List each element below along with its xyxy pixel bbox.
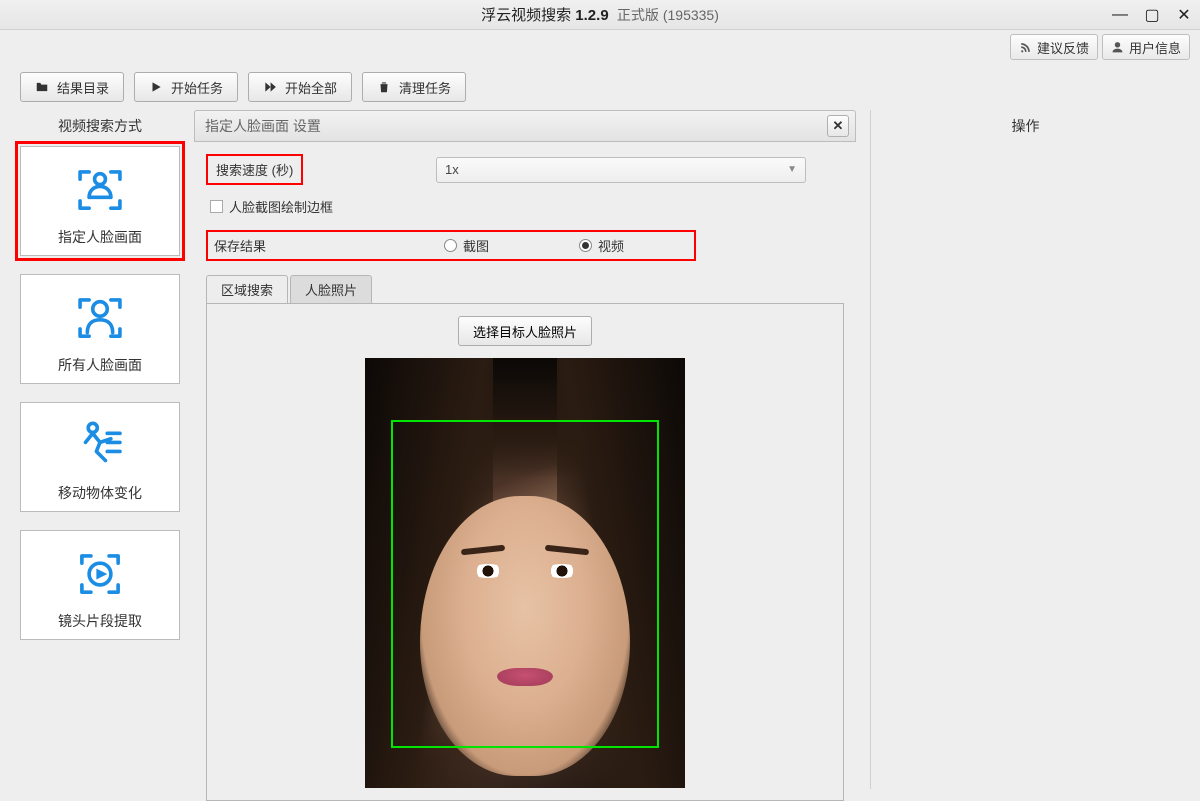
start-task-button[interactable]: 开始任务 [134, 72, 238, 102]
user-info-button[interactable]: 用户信息 [1102, 34, 1190, 60]
user-info-label: 用户信息 [1129, 38, 1181, 57]
app-build: (195335) [663, 7, 719, 23]
running-icon [21, 415, 179, 477]
results-dir-label: 结果目录 [57, 78, 109, 97]
speed-row: 搜索速度 (秒) 1x ▼ [206, 154, 844, 185]
window-controls: — ▢ ✕ [1110, 0, 1194, 29]
sidebar-item-label: 移动物体变化 [21, 483, 179, 503]
fast-forward-icon [263, 80, 277, 94]
start-task-label: 开始任务 [171, 78, 223, 97]
app-version: 1.2.9 [575, 7, 608, 24]
draw-border-label: 人脸截图绘制边框 [229, 197, 333, 216]
face-detection-rect [391, 420, 659, 748]
feedback-button[interactable]: 建议反馈 [1010, 34, 1098, 60]
sidebar-item-clips[interactable]: 镜头片段提取 [20, 530, 180, 640]
face-scan-icon [21, 159, 179, 221]
clear-tasks-button[interactable]: 清理任务 [362, 72, 466, 102]
user-icon [1111, 41, 1124, 54]
sidebar-item-label: 镜头片段提取 [21, 611, 179, 631]
panel-close-button[interactable]: ✕ [827, 115, 849, 137]
panel-body: 搜索速度 (秒) 1x ▼ 人脸截图绘制边框 保存结果 截图 视频 [194, 142, 856, 801]
draw-border-row[interactable]: 人脸截图绘制边框 [210, 197, 844, 216]
sidebar-item-motion[interactable]: 移动物体变化 [20, 402, 180, 512]
sub-tabs: 区域搜索 人脸照片 [206, 275, 844, 303]
speed-select[interactable]: 1x ▼ [436, 157, 806, 183]
sidebar: 视频搜索方式 指定人脸画面 所有人脸画面 移动物体变化 镜头片段提取 [20, 110, 180, 789]
sidebar-item-label: 所有人脸画面 [21, 355, 179, 375]
panel-title: 指定人脸画面 设置 [205, 116, 321, 136]
app-edition: 正式版 [617, 7, 659, 23]
feedback-label: 建议反馈 [1037, 38, 1089, 57]
chevron-down-icon: ▼ [787, 164, 797, 175]
radio-screenshot[interactable] [444, 239, 457, 252]
title-bar: 浮云视频搜索 1.2.9 正式版(195335) — ▢ ✕ [0, 0, 1200, 30]
close-icon: ✕ [833, 118, 844, 134]
panel-header: 指定人脸画面 设置 ✕ [194, 110, 856, 142]
operations-panel: 操作 [870, 110, 1180, 789]
draw-border-checkbox[interactable] [210, 200, 223, 213]
sidebar-item-all-faces[interactable]: 所有人脸画面 [20, 274, 180, 384]
start-all-label: 开始全部 [285, 78, 337, 97]
tab-content: 选择目标人脸照片 [206, 303, 844, 801]
tab-face-photo[interactable]: 人脸照片 [290, 275, 372, 303]
save-video-option[interactable]: 视频 [579, 236, 624, 255]
main-area: 视频搜索方式 指定人脸画面 所有人脸画面 移动物体变化 镜头片段提取 [0, 110, 1200, 799]
app-name: 浮云视频搜索 [481, 7, 571, 24]
start-all-button[interactable]: 开始全部 [248, 72, 352, 102]
folder-icon [35, 80, 49, 94]
operations-title: 操作 [871, 110, 1180, 146]
speed-value: 1x [445, 162, 459, 177]
sidebar-item-specific-face[interactable]: 指定人脸画面 [20, 146, 180, 256]
sidebar-item-label: 指定人脸画面 [21, 227, 179, 247]
header-row: 建议反馈 用户信息 [0, 30, 1200, 64]
minimize-button[interactable]: — [1110, 6, 1130, 24]
trash-icon [377, 80, 391, 94]
sidebar-title: 视频搜索方式 [20, 110, 180, 146]
save-label: 保存结果 [214, 236, 444, 255]
save-screenshot-option[interactable]: 截图 [444, 236, 489, 255]
rss-icon [1019, 41, 1032, 54]
clear-tasks-label: 清理任务 [399, 78, 451, 97]
face-photo-preview [365, 358, 685, 788]
results-dir-button[interactable]: 结果目录 [20, 72, 124, 102]
window-title: 浮云视频搜索 1.2.9 正式版(195335) [481, 4, 719, 25]
choose-face-photo-button[interactable]: 选择目标人脸照片 [458, 316, 592, 346]
maximize-button[interactable]: ▢ [1142, 5, 1162, 25]
toolbar: 结果目录 开始任务 开始全部 清理任务 [0, 64, 1200, 110]
tab-region-search[interactable]: 区域搜索 [206, 275, 288, 303]
person-scan-icon [21, 287, 179, 349]
speed-label: 搜索速度 (秒) [206, 154, 303, 185]
save-result-row: 保存结果 截图 视频 [206, 230, 696, 261]
play-icon [149, 80, 163, 94]
settings-panel: 指定人脸画面 设置 ✕ 搜索速度 (秒) 1x ▼ 人脸截图绘制边框 保存结果 … [194, 110, 856, 789]
close-button[interactable]: ✕ [1174, 5, 1194, 25]
radio-video[interactable] [579, 239, 592, 252]
video-label: 视频 [598, 236, 624, 255]
screenshot-label: 截图 [463, 236, 489, 255]
clip-extract-icon [21, 543, 179, 605]
